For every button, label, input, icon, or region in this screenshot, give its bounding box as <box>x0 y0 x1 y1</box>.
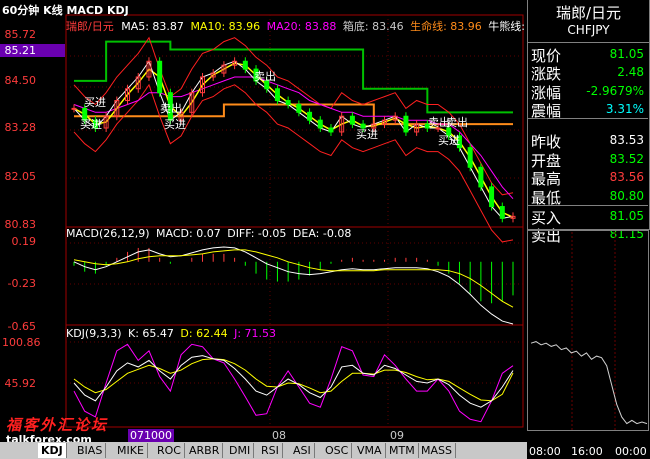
sell-signal: 卖出 <box>160 102 182 115</box>
sell-signal: 卖出 <box>446 116 468 129</box>
candle <box>296 103 302 113</box>
tab-rsi[interactable]: RSI <box>258 443 283 458</box>
panel-title: 瑞郎/日元 <box>555 4 622 22</box>
panel-frame <box>527 42 650 230</box>
tab-vma[interactable]: VMA <box>354 443 386 458</box>
candle <box>478 166 484 188</box>
tab-roc[interactable]: ROC <box>154 443 185 458</box>
symbol-label: 瑞郎/日元 <box>66 20 114 33</box>
candle <box>274 88 280 102</box>
candle <box>307 111 313 121</box>
time-axis-label: 08 <box>272 429 286 442</box>
kdj-header: KDJ(9,3,3) K: 65.47 D: 62.44 J: 71.53 <box>66 327 276 340</box>
tab-mike[interactable]: MIKE <box>114 443 148 458</box>
price-header: 瑞郎/日元 MA5: 83.87 MA10: 83.96 MA20: 83.88… <box>66 18 542 34</box>
dea-value: DEA: -0.08 <box>292 227 352 240</box>
time-axis-label: 071000 <box>128 429 174 442</box>
candle <box>285 100 291 105</box>
candle <box>328 127 334 133</box>
kdj-title: KDJ(9,3,3) <box>66 327 122 340</box>
tab-bias[interactable]: BIAS <box>74 443 107 458</box>
buy-signal: 买进 <box>84 96 106 109</box>
mini-price-line <box>530 341 648 425</box>
chart-title: 60分钟 K线 MACD KDJ <box>2 4 129 17</box>
ma10-value: MA10: 83.96 <box>190 20 261 33</box>
ma20-value: MA20: 83.88 <box>266 20 337 33</box>
buy-signal: 买进 <box>438 134 460 147</box>
box-bottom-value: 箱底: 83.46 <box>342 20 404 33</box>
panel-header: 瑞郎/日元 CHFJPY <box>527 0 650 42</box>
candle <box>242 60 248 70</box>
price-axis-label: 85.21 <box>4 44 37 57</box>
indicator-tab-bar: KDJ BIAS MIKE ROC ARBR DMI RSI ASI OSC VMA MTM MAS… <box>0 442 527 459</box>
tab-mtm[interactable]: MTM <box>386 443 419 458</box>
j-value: J: 71.53 <box>234 327 277 340</box>
kdj-pane[interactable] <box>73 343 514 423</box>
macd-axis-label: -0.23 <box>7 277 36 290</box>
macd-title: MACD(26,12,9) <box>66 227 150 240</box>
tab-osc[interactable]: OSC <box>322 443 353 458</box>
watermark: 福客外汇论坛 talkforex.com <box>6 414 124 446</box>
diff-value: DIFF: -0.05 <box>227 227 287 240</box>
macd-axis-label: 0.19 <box>11 235 37 248</box>
price-axis-label: 82.05 <box>4 170 37 183</box>
macd-pane[interactable] <box>73 246 514 325</box>
price-axis-label: 83.28 <box>4 121 37 134</box>
candle <box>489 186 495 208</box>
tab-mass[interactable]: MASS <box>418 443 456 458</box>
candle <box>403 115 409 133</box>
candle <box>157 60 163 94</box>
k-value: K: 65.47 <box>128 327 174 340</box>
mini-chart[interactable] <box>527 230 650 459</box>
sell-signal: 卖出 <box>254 70 276 83</box>
life-line-value: 生命线: 83.96 <box>410 20 482 33</box>
kdj-axis-label: 45.92 <box>4 377 37 390</box>
ma5-value: MA5: 83.87 <box>121 20 184 33</box>
candle <box>71 107 77 110</box>
panel-code: CHFJPY <box>567 23 610 37</box>
tab-kdj[interactable]: KDJ <box>38 443 67 458</box>
candle <box>499 206 505 219</box>
candle <box>467 147 473 168</box>
price-axis-label: 84.50 <box>4 74 37 87</box>
macd-axis-label: -0.65 <box>7 320 36 333</box>
buy-signal: 买进 <box>356 128 378 141</box>
tab-dmi[interactable]: DMI <box>226 443 255 458</box>
price-axis-label: 85.72 <box>4 28 37 41</box>
kdj-axis-label: 100.86 <box>2 336 41 349</box>
quote-panel: 瑞郎/日元 CHFJPY 现价 81.05 涨跌 2.48 涨幅 -2.9679% 震幅 3.… <box>527 0 650 459</box>
macd-value: MACD: 0.07 <box>156 227 221 240</box>
macd-header: MACD(26,12,9) MACD: 0.07 DIFF: -0.05 DEA… <box>66 227 351 240</box>
watermark-line1: 福客外汇论坛 <box>6 416 109 434</box>
tab-asi[interactable]: ASI <box>290 443 315 458</box>
macd-pane-frame <box>65 226 524 326</box>
candle <box>349 115 355 125</box>
dea-line <box>73 249 514 308</box>
candle <box>317 119 323 129</box>
tab-arbr[interactable]: ARBR <box>186 443 224 458</box>
price-axis-label: 80.83 <box>4 218 37 231</box>
buy-signal: 买进 <box>164 118 186 131</box>
mini-time-label: 16:00 <box>571 445 603 458</box>
kdj-pane-frame <box>65 324 524 428</box>
d-value: D: 62.44 <box>180 327 228 340</box>
mini-time-label: 08:00 <box>529 445 561 458</box>
time-axis-label: 09 <box>390 429 404 442</box>
mini-time-label: 00:00 <box>615 445 647 458</box>
buy-signal: 买进 <box>80 118 102 131</box>
